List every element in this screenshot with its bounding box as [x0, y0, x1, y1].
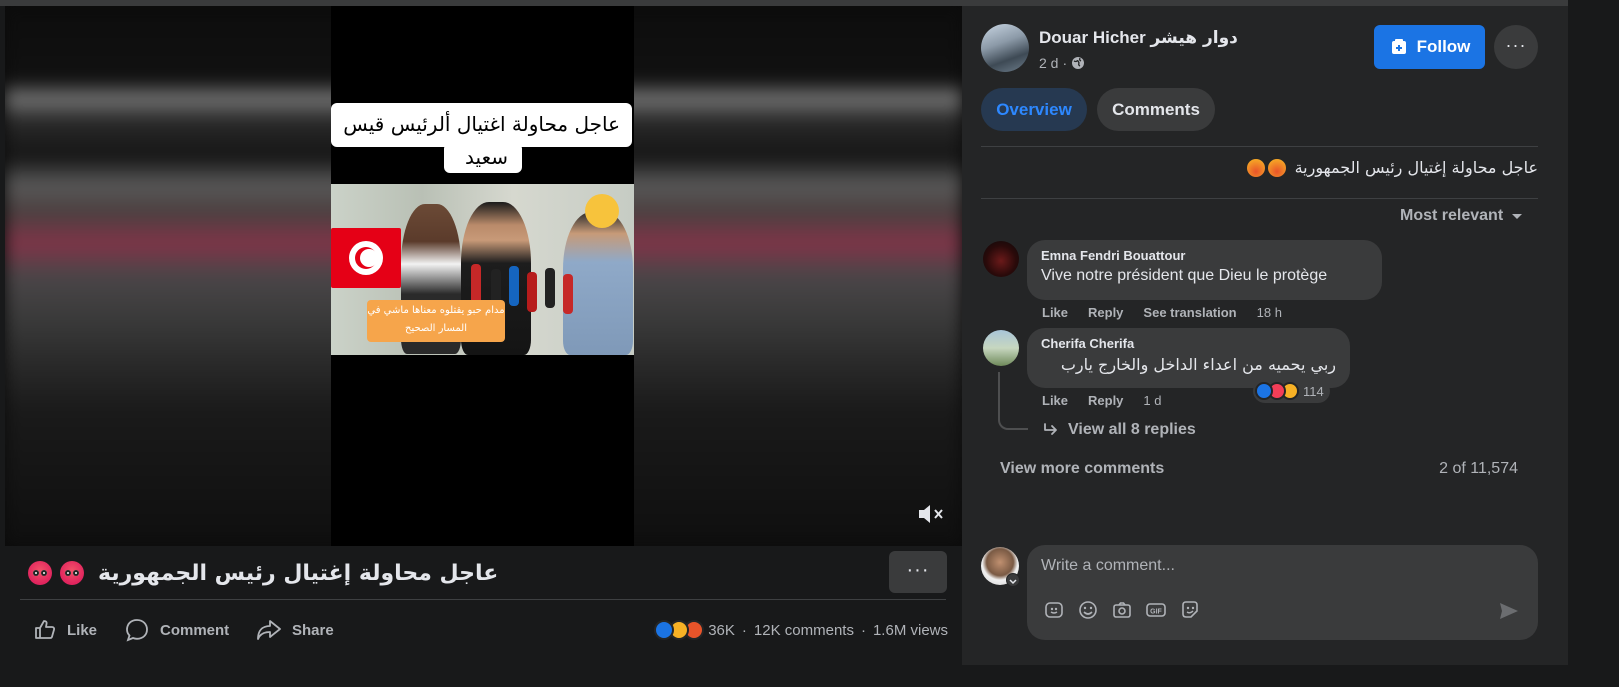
comment-reactions[interactable]: 114	[1253, 379, 1330, 403]
comment-like-button[interactable]: Like	[1042, 305, 1068, 320]
comment-pagination-count: 2 of 11,574	[1439, 460, 1518, 477]
see-translation-button[interactable]: See translation	[1143, 305, 1236, 320]
image-overlay-caption: مدام حبو يقتلوه معناها ماشي في المسار ال…	[367, 300, 505, 342]
gif-icon[interactable]: GIF	[1145, 599, 1167, 621]
send-icon[interactable]	[1497, 599, 1521, 623]
comment-actions: Like Reply See translation 18 h	[1042, 305, 1302, 320]
comment-reply-button[interactable]: Reply	[1088, 393, 1123, 408]
post-timestamp[interactable]: 2 d ·	[1039, 55, 1085, 71]
video-caption-line-2: سعيد	[465, 145, 508, 169]
emoji-icon[interactable]	[1077, 599, 1099, 621]
tab-overview[interactable]: Overview	[981, 88, 1087, 131]
comment-time[interactable]: 18 h	[1257, 305, 1282, 320]
comment-text: ربي يحميه من اعداء الداخل والخارج يارب	[1060, 355, 1336, 374]
share-arrow-icon	[257, 620, 281, 640]
comment-author[interactable]: Cherifa Cherifa	[1041, 336, 1336, 351]
comment-composer: GIF	[1027, 545, 1538, 640]
tunisia-flag-icon	[331, 228, 401, 288]
avatar-sticker-icon[interactable]	[1043, 599, 1065, 621]
comment-reply-button[interactable]: Reply	[1088, 305, 1123, 320]
post-title-text: عاجل محاولة إغتيال رئيس الجمهورية	[98, 560, 499, 586]
divider	[20, 599, 946, 600]
view-more-comments-button[interactable]: View more comments	[1000, 460, 1164, 478]
chevron-down-icon[interactable]	[1006, 573, 1020, 587]
page-more-button[interactable]: ···	[1494, 25, 1538, 69]
reply-thread-line	[998, 372, 1028, 430]
divider	[981, 198, 1538, 199]
reply-arrow-icon	[1044, 423, 1057, 435]
like-button[interactable]: Like	[33, 614, 97, 646]
comment-time[interactable]: 1 d	[1143, 393, 1161, 408]
person-right	[563, 212, 633, 355]
comment-count[interactable]: 12K comments	[754, 622, 854, 639]
comment-author[interactable]: Emna Fendri Bouattour	[1041, 248, 1368, 263]
page-avatar[interactable]	[981, 24, 1029, 72]
divider	[981, 146, 1538, 147]
muted-speaker-icon[interactable]	[916, 502, 944, 526]
add-page-icon	[1391, 39, 1406, 54]
comment-like-button[interactable]: Like	[1042, 393, 1068, 408]
comment-bubble: Emna Fendri Bouattour Vive notre préside…	[1027, 240, 1382, 300]
comment-input[interactable]	[1041, 557, 1511, 575]
comment-text: Vive notre président que Dieu le protège	[1041, 267, 1328, 284]
video-caption-box: عاجل محاولة اغتيال ألرئيس قيس	[331, 103, 632, 147]
comment-bubble-icon	[126, 619, 148, 642]
camera-icon[interactable]	[1111, 599, 1133, 621]
press-conference-image: مدام حبو يقتلوه معناها ماشي في المسار ال…	[331, 184, 634, 355]
angry-face-icon	[28, 561, 52, 585]
comment-actions: Like Reply 1 d	[1042, 393, 1182, 408]
svg-text:GIF: GIF	[1150, 609, 1162, 616]
view-count: 1.6M views	[872, 621, 948, 639]
tab-comments[interactable]: Comments	[1097, 88, 1215, 131]
globe-icon	[1072, 57, 1085, 69]
post-stats: 36K · 12K comments · 1.6M views	[654, 616, 948, 644]
comment-button[interactable]: Comment	[124, 614, 229, 646]
facebook-video-viewer: عاجل محاولة اغتيال ألرئيس قيس سعيد مدام …	[0, 0, 1568, 665]
reaction-count[interactable]: 36K	[708, 622, 735, 639]
angry-face-icon	[60, 561, 84, 585]
caret-down-icon	[1512, 214, 1523, 219]
thumbs-up-icon	[35, 620, 56, 639]
sticker-icon[interactable]	[1179, 599, 1201, 621]
post-title: عاجل محاولة إغتيال رئيس الجمهورية	[20, 553, 880, 593]
angry-emoji-icon	[1246, 158, 1265, 177]
post-more-button[interactable]: ···	[889, 551, 947, 593]
video-caption-box-2: سعيد	[444, 143, 522, 173]
shushing-face-icon	[585, 194, 619, 228]
commenter-avatar[interactable]	[983, 241, 1019, 277]
follow-button[interactable]: Follow	[1374, 25, 1485, 69]
angry-emoji-icon	[1267, 158, 1286, 177]
like-reaction-icon	[1255, 382, 1273, 400]
share-button[interactable]: Share	[256, 614, 334, 646]
comment-sort-dropdown[interactable]: Most relevant	[1400, 207, 1525, 225]
commenter-avatar[interactable]	[983, 330, 1019, 366]
view-replies-button[interactable]: View all 8 replies	[1042, 421, 1196, 439]
post-description: عاجل محاولة إغتيال رئيس الجمهورية	[1246, 158, 1538, 177]
video-caption-line-1: عاجل محاولة اغتيال ألرئيس قيس	[343, 112, 620, 136]
page-name[interactable]: Douar Hicher دوار هيشر	[1039, 28, 1238, 48]
